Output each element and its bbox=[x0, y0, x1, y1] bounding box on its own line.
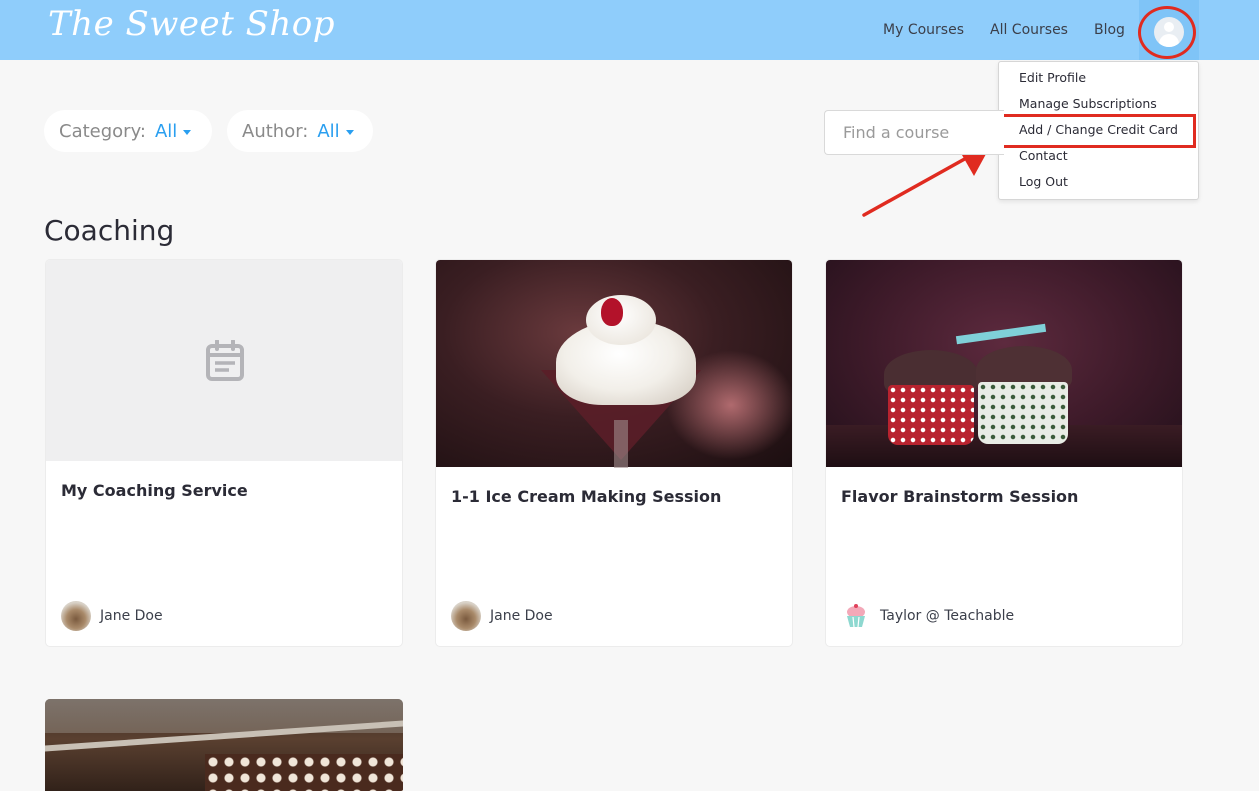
search-input[interactable] bbox=[824, 110, 1004, 155]
nav-my-courses[interactable]: My Courses bbox=[883, 0, 964, 60]
course-card[interactable]: My Coaching Service Jane Doe bbox=[45, 259, 403, 647]
card-title: 1-1 Ice Cream Making Session bbox=[451, 487, 722, 506]
card-author: Taylor @ Teachable bbox=[841, 601, 1014, 631]
annotation-circle bbox=[1138, 6, 1196, 59]
site-header: The Sweet Shop My Courses All Courses Bl… bbox=[0, 0, 1259, 60]
card-title: My Coaching Service bbox=[61, 481, 248, 500]
author-filter-label: Author: bbox=[242, 120, 309, 142]
caret-down-icon bbox=[345, 129, 354, 135]
card-image-cupcakes bbox=[826, 260, 1182, 467]
card-title: Flavor Brainstorm Session bbox=[841, 487, 1079, 506]
card-author: Jane Doe bbox=[61, 601, 163, 631]
category-filter-label: Category: bbox=[59, 120, 146, 142]
course-card[interactable]: 1-1 Ice Cream Making Session Jane Doe bbox=[435, 259, 793, 647]
course-card[interactable]: Flavor Brainstorm Session Taylor @ Teach… bbox=[825, 259, 1183, 647]
author-avatar bbox=[841, 601, 871, 631]
menu-item-edit-profile[interactable]: Edit Profile bbox=[1019, 70, 1086, 85]
author-name: Jane Doe bbox=[100, 608, 163, 624]
menu-item-log-out[interactable]: Log Out bbox=[1019, 174, 1068, 189]
course-card-image-bakery[interactable] bbox=[45, 699, 403, 791]
menu-item-manage-subscriptions[interactable]: Manage Subscriptions bbox=[1019, 96, 1157, 111]
annotation-highlight-box bbox=[1000, 114, 1196, 148]
card-author: Jane Doe bbox=[451, 601, 553, 631]
nav-blog[interactable]: Blog bbox=[1094, 0, 1125, 60]
cupcake-icon bbox=[847, 604, 865, 628]
calendar-icon bbox=[206, 340, 244, 381]
nav-all-courses[interactable]: All Courses bbox=[990, 0, 1068, 60]
menu-item-contact[interactable]: Contact bbox=[1019, 148, 1068, 163]
card-placeholder-image bbox=[46, 260, 402, 461]
author-filter[interactable]: Author: All bbox=[227, 110, 373, 152]
author-avatar bbox=[451, 601, 481, 631]
card-image-ice-cream bbox=[436, 260, 792, 468]
author-name: Jane Doe bbox=[490, 608, 553, 624]
author-filter-value[interactable]: All bbox=[317, 121, 339, 142]
section-title: Coaching bbox=[44, 214, 175, 247]
category-filter[interactable]: Category: All bbox=[44, 110, 212, 152]
site-logo[interactable]: The Sweet Shop bbox=[48, 4, 335, 44]
category-filter-value[interactable]: All bbox=[155, 121, 177, 142]
caret-down-icon bbox=[183, 129, 192, 135]
author-avatar bbox=[61, 601, 91, 631]
author-name: Taylor @ Teachable bbox=[880, 608, 1015, 624]
